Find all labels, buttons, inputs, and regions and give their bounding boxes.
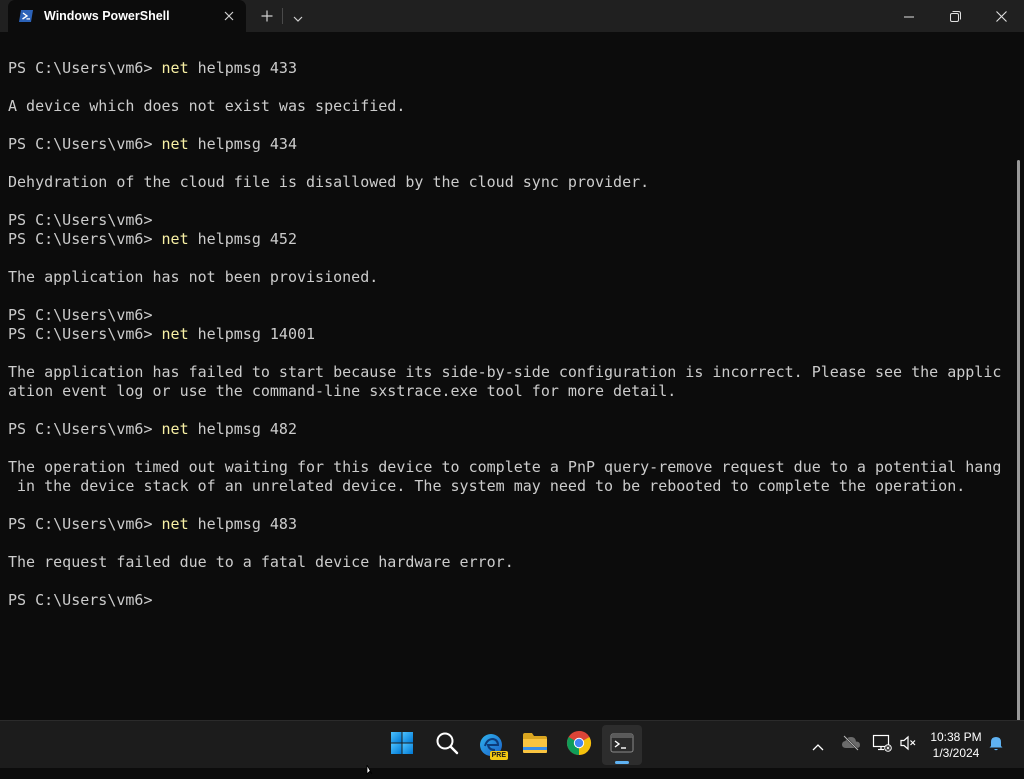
prompt-line: PS C:\Users\vm6> net helpmsg 433 (8, 59, 1024, 78)
command-args: helpmsg 434 (188, 135, 297, 153)
output-line: The operation timed out waiting for this… (8, 458, 1002, 476)
chrome-icon (566, 730, 592, 760)
title-bar: Windows PowerShell (0, 0, 1024, 32)
clock-date: 1/3/2024 (932, 746, 980, 760)
search-button[interactable] (427, 725, 467, 765)
new-tab-button[interactable] (252, 0, 282, 32)
command-keyword: net (161, 59, 189, 77)
notification-button[interactable] (984, 733, 1008, 757)
prompt-text: PS C:\Users\vm6> (8, 306, 153, 324)
command-keyword: net (161, 515, 189, 533)
command-keyword: net (161, 230, 189, 248)
output-line: The application has failed to start beca… (8, 363, 1002, 381)
minimize-button[interactable] (886, 0, 932, 32)
terminal-icon (610, 732, 634, 758)
command-keyword: net (161, 135, 189, 153)
window-controls (886, 0, 1024, 32)
prompt-text: PS C:\Users\vm6> (8, 591, 153, 609)
file-explorer-app[interactable] (515, 725, 555, 765)
prompt-text: PS C:\Users\vm6> (8, 515, 162, 533)
command-args: helpmsg 482 (188, 420, 297, 438)
prompt-text: PS C:\Users\vm6> (8, 230, 162, 248)
prompt-line: PS C:\Users\vm6> (8, 306, 1024, 325)
plus-icon (261, 7, 273, 26)
prompt-line: PS C:\Users\vm6> net helpmsg 482 (8, 420, 1024, 439)
prompt-line: PS C:\Users\vm6> (8, 591, 1024, 610)
command-args: helpmsg 433 (188, 59, 297, 77)
volume-muted-icon (899, 735, 917, 755)
tab-dropdown-button[interactable] (283, 0, 313, 32)
prompt-line: PS C:\Users\vm6> net helpmsg 14001 (8, 325, 1024, 344)
close-tab-icon[interactable] (218, 5, 240, 27)
network-icon (872, 734, 892, 756)
chevron-down-icon (293, 7, 303, 26)
edge-preview-app[interactable]: PRE (471, 725, 511, 765)
tab-windows-powershell[interactable]: Windows PowerShell (8, 0, 246, 32)
output-line: Dehydration of the cloud file is disallo… (8, 173, 650, 191)
restore-button[interactable] (932, 0, 978, 32)
output-line: in the device stack of an unrelated devi… (8, 477, 966, 495)
powershell-icon (18, 8, 34, 24)
start-button[interactable] (382, 725, 422, 765)
terminal-output[interactable]: PS C:\Users\vm6> net helpmsg 433 A device… (0, 32, 1024, 732)
terminal-lines: PS C:\Users\vm6> net helpmsg 433 A device… (8, 59, 1024, 610)
clock[interactable]: 10:38 PM 1/3/2024 (922, 729, 990, 761)
prompt-text: PS C:\Users\vm6> (8, 420, 162, 438)
tab-title: Windows PowerShell (44, 9, 170, 23)
chrome-app[interactable] (559, 725, 599, 765)
command-keyword: net (161, 325, 189, 343)
prompt-text: PS C:\Users\vm6> (8, 59, 162, 77)
scrollbar[interactable] (1017, 160, 1020, 732)
prompt-line: PS C:\Users\vm6> (8, 211, 1024, 230)
minimize-icon (904, 7, 914, 26)
pre-badge: PRE (489, 751, 508, 760)
output-line: ation event log or use the command-line … (8, 382, 677, 400)
output-line: The application has not been provisioned… (8, 268, 379, 286)
command-args: helpmsg 483 (188, 515, 297, 533)
clock-time: 10:38 PM (930, 730, 982, 744)
prompt-line: PS C:\Users\vm6> net helpmsg 452 (8, 230, 1024, 249)
prompt-line: PS C:\Users\vm6> net helpmsg 434 (8, 135, 1024, 154)
search-icon (435, 731, 459, 759)
command-args: helpmsg 452 (188, 230, 297, 248)
cloud-offline-icon (841, 735, 861, 755)
prompt-line: PS C:\Users\vm6> net helpmsg 483 (8, 515, 1024, 534)
onedrive-button[interactable] (839, 733, 863, 757)
close-button[interactable] (978, 0, 1024, 32)
terminal-app[interactable] (602, 725, 642, 765)
show-hidden-icons-button[interactable] (806, 733, 830, 757)
windows-logo-icon (390, 731, 414, 759)
command-args: helpmsg 14001 (188, 325, 316, 343)
chevron-up-icon (812, 736, 824, 755)
command-keyword: net (161, 420, 189, 438)
network-button[interactable] (870, 733, 894, 757)
close-icon (995, 7, 1007, 26)
bell-icon (987, 734, 1005, 756)
output-line: A device which does not exist was specif… (8, 97, 406, 115)
active-indicator (615, 761, 629, 764)
taskbar: PRE 10:38 PM 1/3/2024 (0, 720, 1024, 768)
restore-icon (949, 7, 961, 26)
edge-beta-icon: PRE (478, 732, 508, 760)
folder-icon (522, 731, 548, 759)
prompt-text: PS C:\Users\vm6> (8, 135, 162, 153)
output-line: The request failed due to a fatal device… (8, 553, 514, 571)
volume-button[interactable] (896, 733, 920, 757)
prompt-text: PS C:\Users\vm6> (8, 211, 153, 229)
prompt-text: PS C:\Users\vm6> (8, 325, 162, 343)
